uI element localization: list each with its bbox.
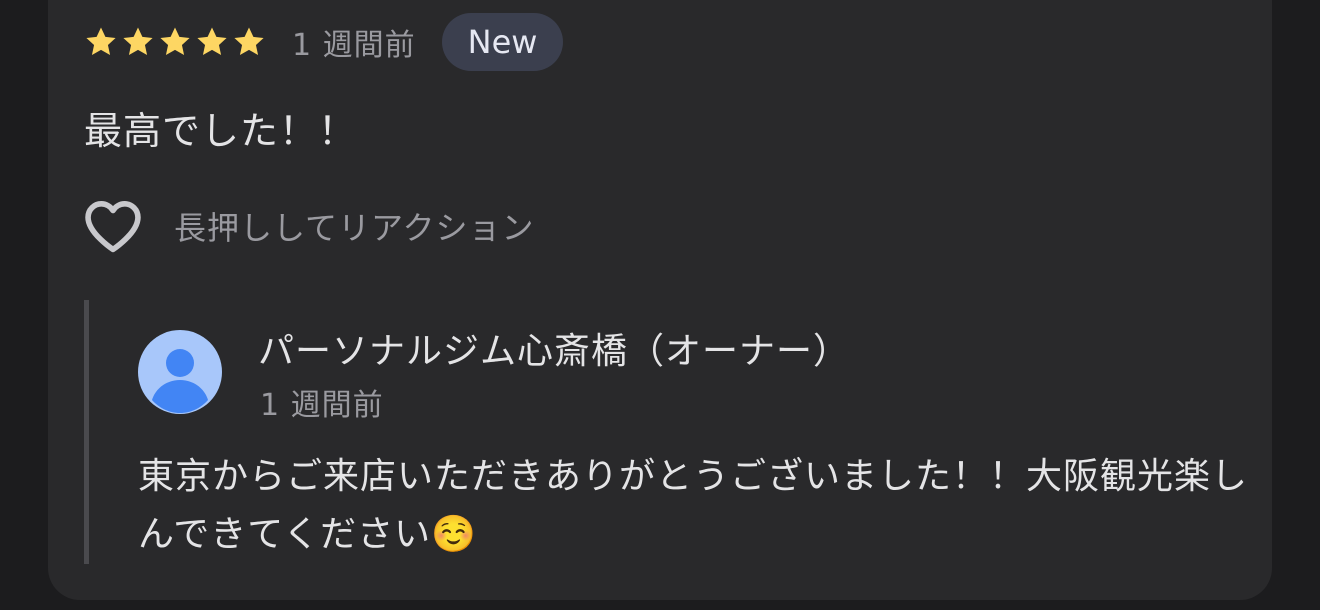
star-icon <box>197 27 227 56</box>
star-icon <box>160 27 190 56</box>
star-icon <box>86 27 116 56</box>
owner-reply-text: 東京からご来店いただきありがとうございました！！大阪観光楽しんできてください☺️ <box>138 456 1249 555</box>
star-icon <box>234 27 264 56</box>
star-icon <box>123 27 153 56</box>
review-text: 最高でした！！ <box>84 109 358 153</box>
rating-row: 1 週間前 New <box>84 12 564 72</box>
owner-avatar[interactable] <box>138 330 222 414</box>
new-badge: New <box>441 13 564 71</box>
owner-name: パーソナルジム心斎橋（オーナー） <box>258 331 851 372</box>
reaction-label: 長押ししてリアクション <box>174 209 535 247</box>
heart-icon <box>85 201 141 253</box>
reaction-button[interactable]: 長押ししてリアクション <box>82 198 534 254</box>
review-time: 1 週間前 <box>292 28 416 63</box>
reply-divider <box>84 300 89 564</box>
star-rating <box>84 25 266 59</box>
owner-reply-time: 1 週間前 <box>260 388 384 423</box>
